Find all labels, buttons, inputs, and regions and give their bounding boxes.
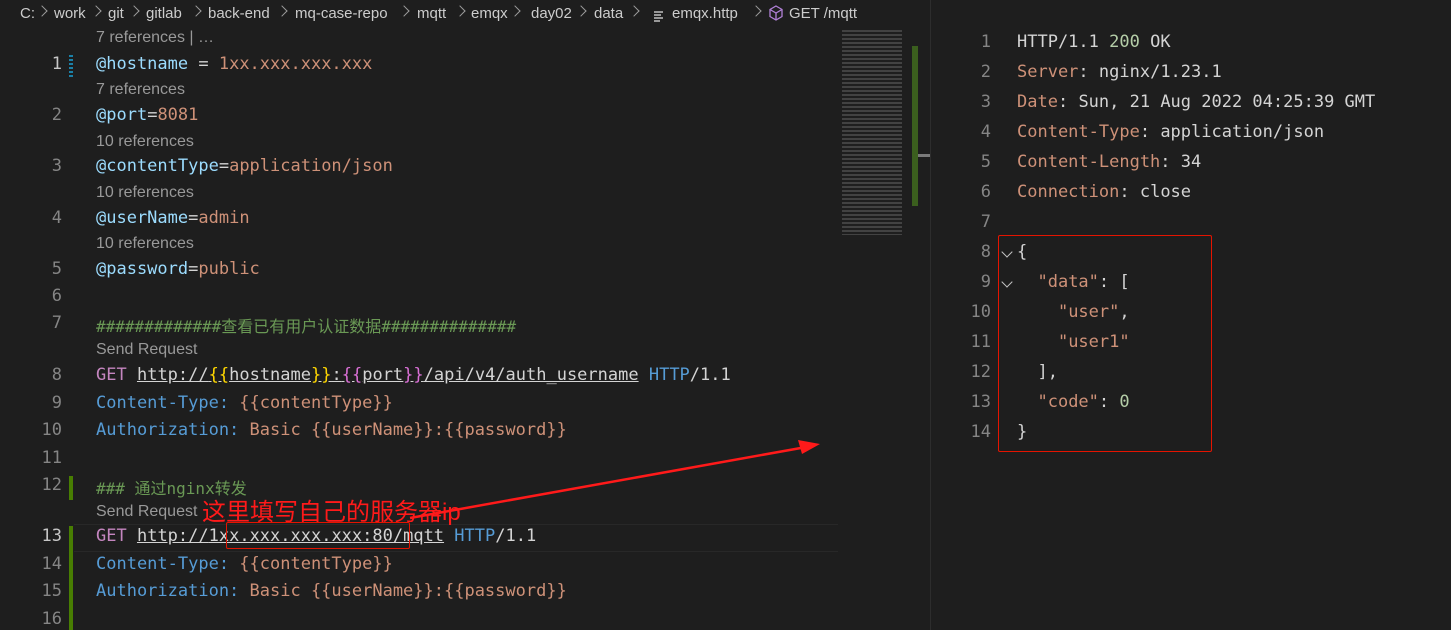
minimap-content	[842, 30, 902, 235]
line-number: 5	[980, 152, 991, 172]
minimap[interactable]	[838, 28, 918, 630]
line-number: 9	[980, 272, 991, 292]
json-body-highlight-box	[998, 235, 1212, 452]
line-number: 3	[980, 92, 991, 112]
response-header: Content-Type: application/json	[1017, 122, 1325, 142]
response-header: Server: nginx/1.23.1	[1017, 62, 1222, 82]
response-header: Connection: close	[1017, 182, 1192, 202]
response-header: Date: Sun, 21 Aug 2022 04:25:39 GMT	[1017, 92, 1376, 112]
line-number: 1	[980, 32, 991, 52]
line-number: 14	[970, 422, 991, 442]
line-number: 2	[980, 62, 991, 82]
response-header: Content-Length: 34	[1017, 152, 1202, 172]
line-number: 4	[980, 122, 991, 142]
line-number: 11	[970, 332, 991, 352]
line-number: 13	[970, 392, 991, 412]
response-panel[interactable]: 1 2 3 4 5 6 7 8 9 10 11 12 13 14 HTTP/1.…	[930, 0, 1451, 630]
line-number: 8	[980, 242, 991, 262]
line-number: 7	[980, 212, 991, 232]
annotation-arrow	[409, 440, 820, 520]
line-number: 12	[970, 362, 991, 382]
status-line: HTTP/1.1 200 OK	[1017, 32, 1171, 52]
line-number: 6	[980, 182, 991, 202]
line-number: 10	[970, 302, 991, 322]
